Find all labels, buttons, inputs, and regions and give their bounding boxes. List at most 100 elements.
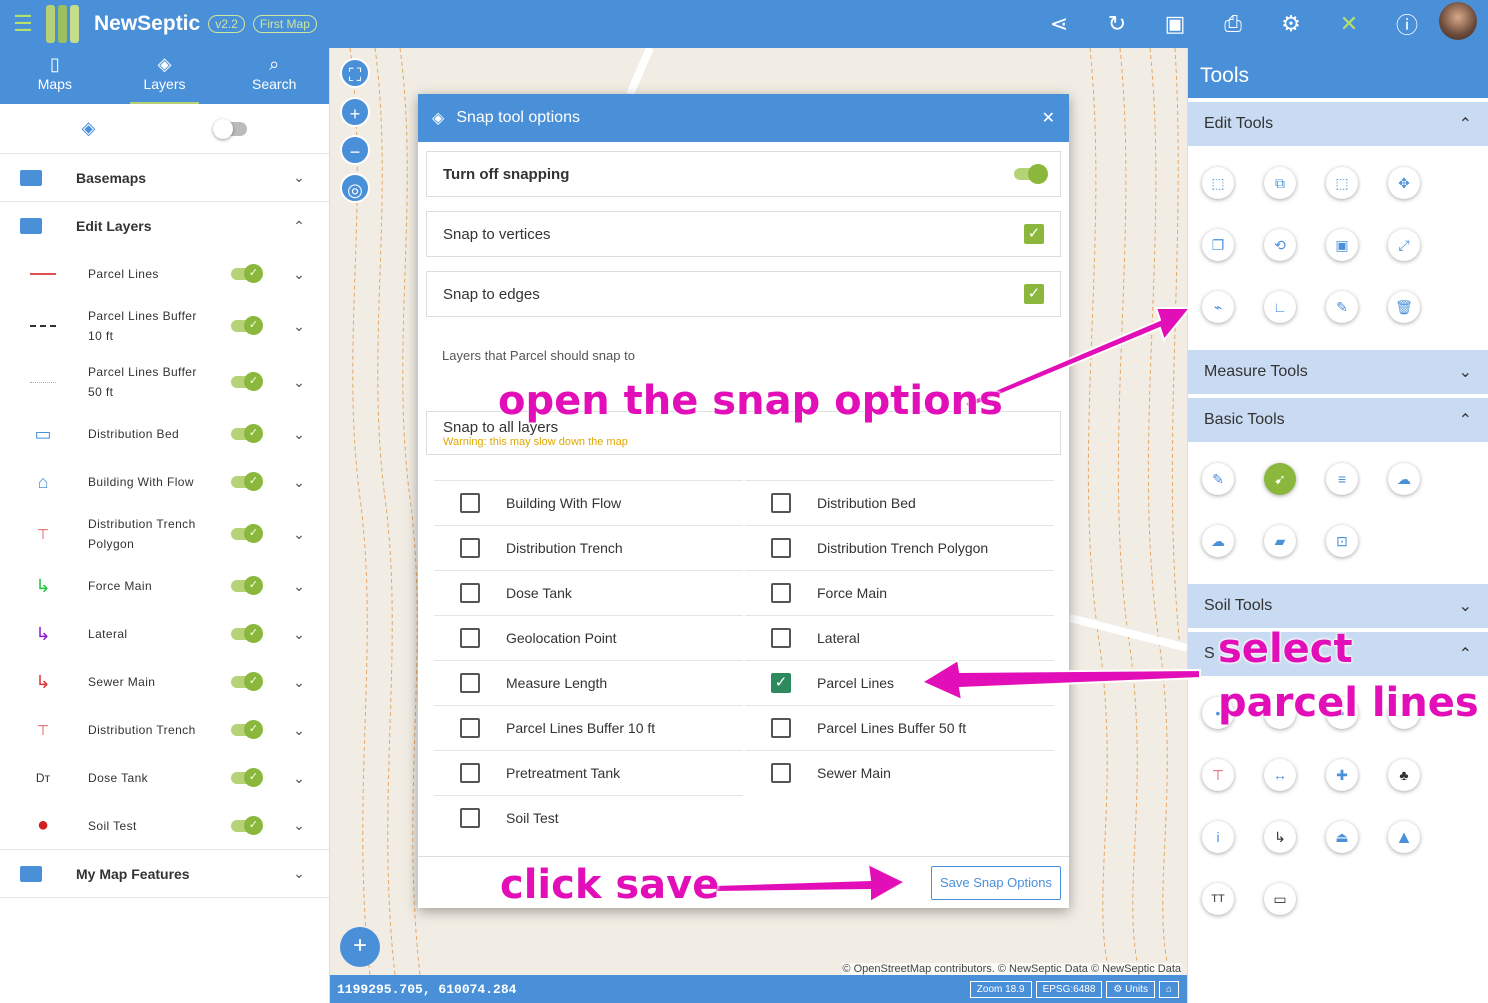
chevron-down-icon[interactable]: ⌄ (289, 266, 309, 283)
layer-visibility-toggle[interactable] (231, 424, 263, 443)
snap-layer-checkbox[interactable] (460, 628, 480, 648)
layer-item[interactable]: ↳ Force Main ⌄ (0, 562, 329, 610)
snap-layer-option[interactable]: Building With Flow (434, 480, 743, 525)
tank-tool-icon[interactable]: ⏏ (1326, 821, 1358, 853)
add-layer-icon[interactable]: ◈ (82, 118, 96, 139)
snap-layer-checkbox[interactable] (771, 493, 791, 513)
chevron-up-icon[interactable]: ⌃ (289, 218, 309, 235)
snap-edges-checkbox[interactable]: ✓ (1024, 284, 1044, 304)
menu-icon[interactable]: ☰ (0, 11, 46, 37)
chevron-up-icon[interactable]: ⌃ (1459, 114, 1472, 134)
snap-layer-option[interactable]: Parcel Lines Buffer 50 ft (745, 705, 1054, 750)
chevron-down-icon[interactable]: ⌄ (1459, 596, 1472, 616)
zoom-in-button[interactable]: + (340, 97, 370, 127)
pencil-icon[interactable]: ✎ (1202, 463, 1234, 495)
cloud-download-icon[interactable]: ☁ (1202, 525, 1234, 557)
snap-layer-checkbox[interactable] (460, 808, 480, 828)
width-tool-icon[interactable]: ↔ (1264, 759, 1296, 791)
snapping-toggle[interactable] (1014, 164, 1048, 184)
layer-item[interactable]: ⊤ Distribution Trench Polygon ⌄ (0, 506, 329, 562)
scale-icon[interactable]: ▣ (1326, 229, 1358, 261)
layer-visibility-toggle[interactable] (231, 524, 263, 543)
share-icon[interactable]: ⋖ (1030, 11, 1088, 37)
layer-item[interactable]: Parcel Lines ⌄ (0, 250, 329, 298)
snap-layer-option[interactable]: Geolocation Point (434, 615, 743, 660)
chevron-down-icon[interactable]: ⌄ (289, 426, 309, 443)
chevron-down-icon[interactable]: ⌄ (289, 374, 309, 391)
tools-icon[interactable]: ✕ (1320, 11, 1378, 37)
chevron-down-icon[interactable]: ⌄ (289, 474, 309, 491)
snap-layer-checkbox[interactable] (771, 718, 791, 738)
refresh-icon[interactable]: ↻ (1088, 11, 1146, 37)
snap-layer-checkbox[interactable] (460, 583, 480, 603)
save-snap-options-button[interactable]: Save Snap Options (930, 866, 1061, 900)
info-icon[interactable]: ⓘ (1378, 8, 1436, 40)
locate-button[interactable]: ◎ (340, 173, 370, 203)
settings-icon[interactable]: ⚙ (1262, 11, 1320, 37)
cloud-upload-icon[interactable]: ☁ (1388, 463, 1420, 495)
frame-icon[interactable]: ⊡ (1326, 525, 1358, 557)
folder-icon[interactable]: ▭ (1264, 883, 1296, 915)
snap-vertices-row[interactable]: Snap to vertices ✓ (426, 211, 1061, 257)
snap-layer-option[interactable]: Lateral (745, 615, 1054, 660)
layers-toggle[interactable] (213, 118, 248, 139)
add-feature-button[interactable]: + (340, 927, 380, 967)
layer-item[interactable]: ↳ Lateral ⌄ (0, 610, 329, 658)
fullscreen-button[interactable]: ⛶ (340, 58, 370, 88)
snap-layer-option[interactable]: Pretreatment Tank (434, 750, 743, 795)
group-my-map-features[interactable]: My Map Features ⌄ (0, 850, 329, 898)
chevron-down-icon[interactable]: ⌄ (289, 770, 309, 787)
layer-item[interactable]: ● Soil Test ⌄ (0, 802, 329, 850)
snap-layer-option[interactable]: Measure Length (434, 660, 743, 705)
snap-layer-checkbox[interactable] (460, 493, 480, 513)
layer-item[interactable]: ⊤ Distribution Trench ⌄ (0, 706, 329, 754)
snap-layer-checkbox[interactable] (771, 763, 791, 783)
chevron-down-icon[interactable]: ⌄ (289, 318, 309, 335)
layer-item[interactable]: Parcel Lines Buffer 50 ft ⌄ (0, 354, 329, 410)
snap-icon[interactable]: ⌁ (1202, 291, 1234, 323)
chevron-up-icon[interactable]: ⌃ (1459, 410, 1472, 430)
snap-layer-option[interactable]: ✓ Parcel Lines (745, 660, 1054, 705)
move-icon[interactable]: ✥ (1388, 167, 1420, 199)
folder-add-icon[interactable]: ▰ (1264, 525, 1296, 557)
layer-visibility-toggle[interactable] (231, 472, 263, 491)
chevron-down-icon[interactable]: ⌄ (289, 722, 309, 739)
section-basic-tools[interactable]: Basic Tools ⌃ (1188, 394, 1488, 442)
layer-item[interactable]: Dт Dose Tank ⌄ (0, 754, 329, 802)
copy-area-icon[interactable]: ⧉ (1264, 167, 1296, 199)
snap-layer-option[interactable]: Force Main (745, 570, 1054, 615)
chevron-up-icon[interactable]: ⌃ (1459, 644, 1472, 664)
snap-layer-option[interactable]: Distribution Trench (434, 525, 743, 570)
home-button[interactable]: ⌂ (1158, 980, 1179, 998)
rotate-icon[interactable]: ⟲ (1264, 229, 1296, 261)
section-edit-tools[interactable]: Edit Tools ⌃ (1188, 98, 1488, 146)
shapes-icon[interactable]: ✚ (1326, 759, 1358, 791)
snap-layer-option[interactable]: Distribution Trench Polygon (745, 525, 1054, 570)
pointer-icon[interactable]: ➹ (1264, 463, 1296, 495)
layer-visibility-toggle[interactable] (231, 815, 263, 835)
trench-tool-icon[interactable]: ⊤ (1202, 759, 1234, 791)
chevron-down-icon[interactable]: ⌄ (289, 865, 309, 882)
layer-visibility-toggle[interactable] (231, 624, 263, 643)
zoom-out-button[interactable]: − (340, 135, 370, 165)
snap-layer-option[interactable]: Dose Tank (434, 570, 743, 615)
tab-layers[interactable]: ◈ Layers (110, 48, 220, 104)
close-icon[interactable]: ✕ (1042, 108, 1055, 128)
tab-maps[interactable]: ▯ Maps (0, 48, 110, 104)
triangle-icon[interactable]: ▲ (1388, 821, 1420, 853)
select-icon[interactable]: ⬚ (1202, 167, 1234, 199)
layer-item[interactable]: Parcel Lines Buffer 10 ft ⌄ (0, 298, 329, 354)
print-icon[interactable]: ⎙ (1204, 11, 1262, 37)
tree-icon[interactable]: ♣ (1388, 759, 1420, 791)
delete-icon[interactable]: 🗑 (1388, 291, 1420, 323)
layer-visibility-toggle[interactable] (231, 768, 263, 787)
layer-visibility-toggle[interactable] (231, 372, 263, 391)
snap-layer-option[interactable]: Distribution Bed (745, 480, 1054, 525)
text-tool-icon[interactable]: TT (1202, 883, 1234, 915)
snap-layer-checkbox[interactable]: ✓ (771, 673, 791, 693)
snap-layer-option[interactable]: Soil Test (434, 795, 743, 840)
layer-item[interactable]: ↳ Sewer Main ⌄ (0, 658, 329, 706)
snap-edges-row[interactable]: Snap to edges ✓ (426, 271, 1061, 317)
snap-vertices-checkbox[interactable]: ✓ (1024, 224, 1044, 244)
chevron-down-icon[interactable]: ⌄ (1459, 362, 1472, 382)
